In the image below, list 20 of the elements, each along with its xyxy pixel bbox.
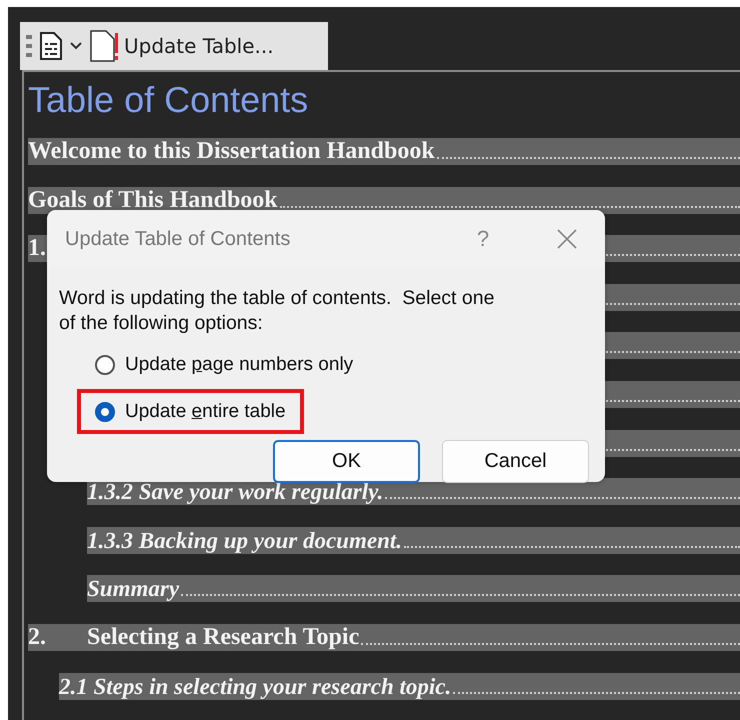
toc-entry: 1.3.3 Backing up your document. <box>87 526 740 554</box>
grip-icon <box>26 35 32 57</box>
dialog-message: Word is updating the table of contents. Select one of the following options: <box>59 286 496 336</box>
toc-entry: 2. Selecting a Research Topic <box>28 624 740 651</box>
radio-button[interactable] <box>95 402 115 422</box>
option-label[interactable]: Update entire table <box>125 400 286 422</box>
toc-entry: Welcome to this Dissertation Handbook <box>28 138 740 165</box>
radio-button[interactable] <box>95 354 115 374</box>
ok-button[interactable]: OK <box>273 440 420 483</box>
toc-entry: Goals of This Handbook <box>28 186 740 214</box>
toc-entry: 2.1 Steps in selecting your research topic. <box>59 672 740 700</box>
close-icon <box>557 229 577 249</box>
document-warning-icon <box>90 30 120 62</box>
chevron-down-icon[interactable] <box>70 42 82 50</box>
cancel-button[interactable]: Cancel <box>442 440 589 483</box>
document-icon[interactable] <box>40 32 62 60</box>
option-label[interactable]: Update page numbers only <box>125 354 354 376</box>
update-table-button[interactable]: Update Table... <box>90 30 274 62</box>
toc-entry: Summary <box>87 575 740 602</box>
document-heading: Table of Contents <box>28 78 310 122</box>
